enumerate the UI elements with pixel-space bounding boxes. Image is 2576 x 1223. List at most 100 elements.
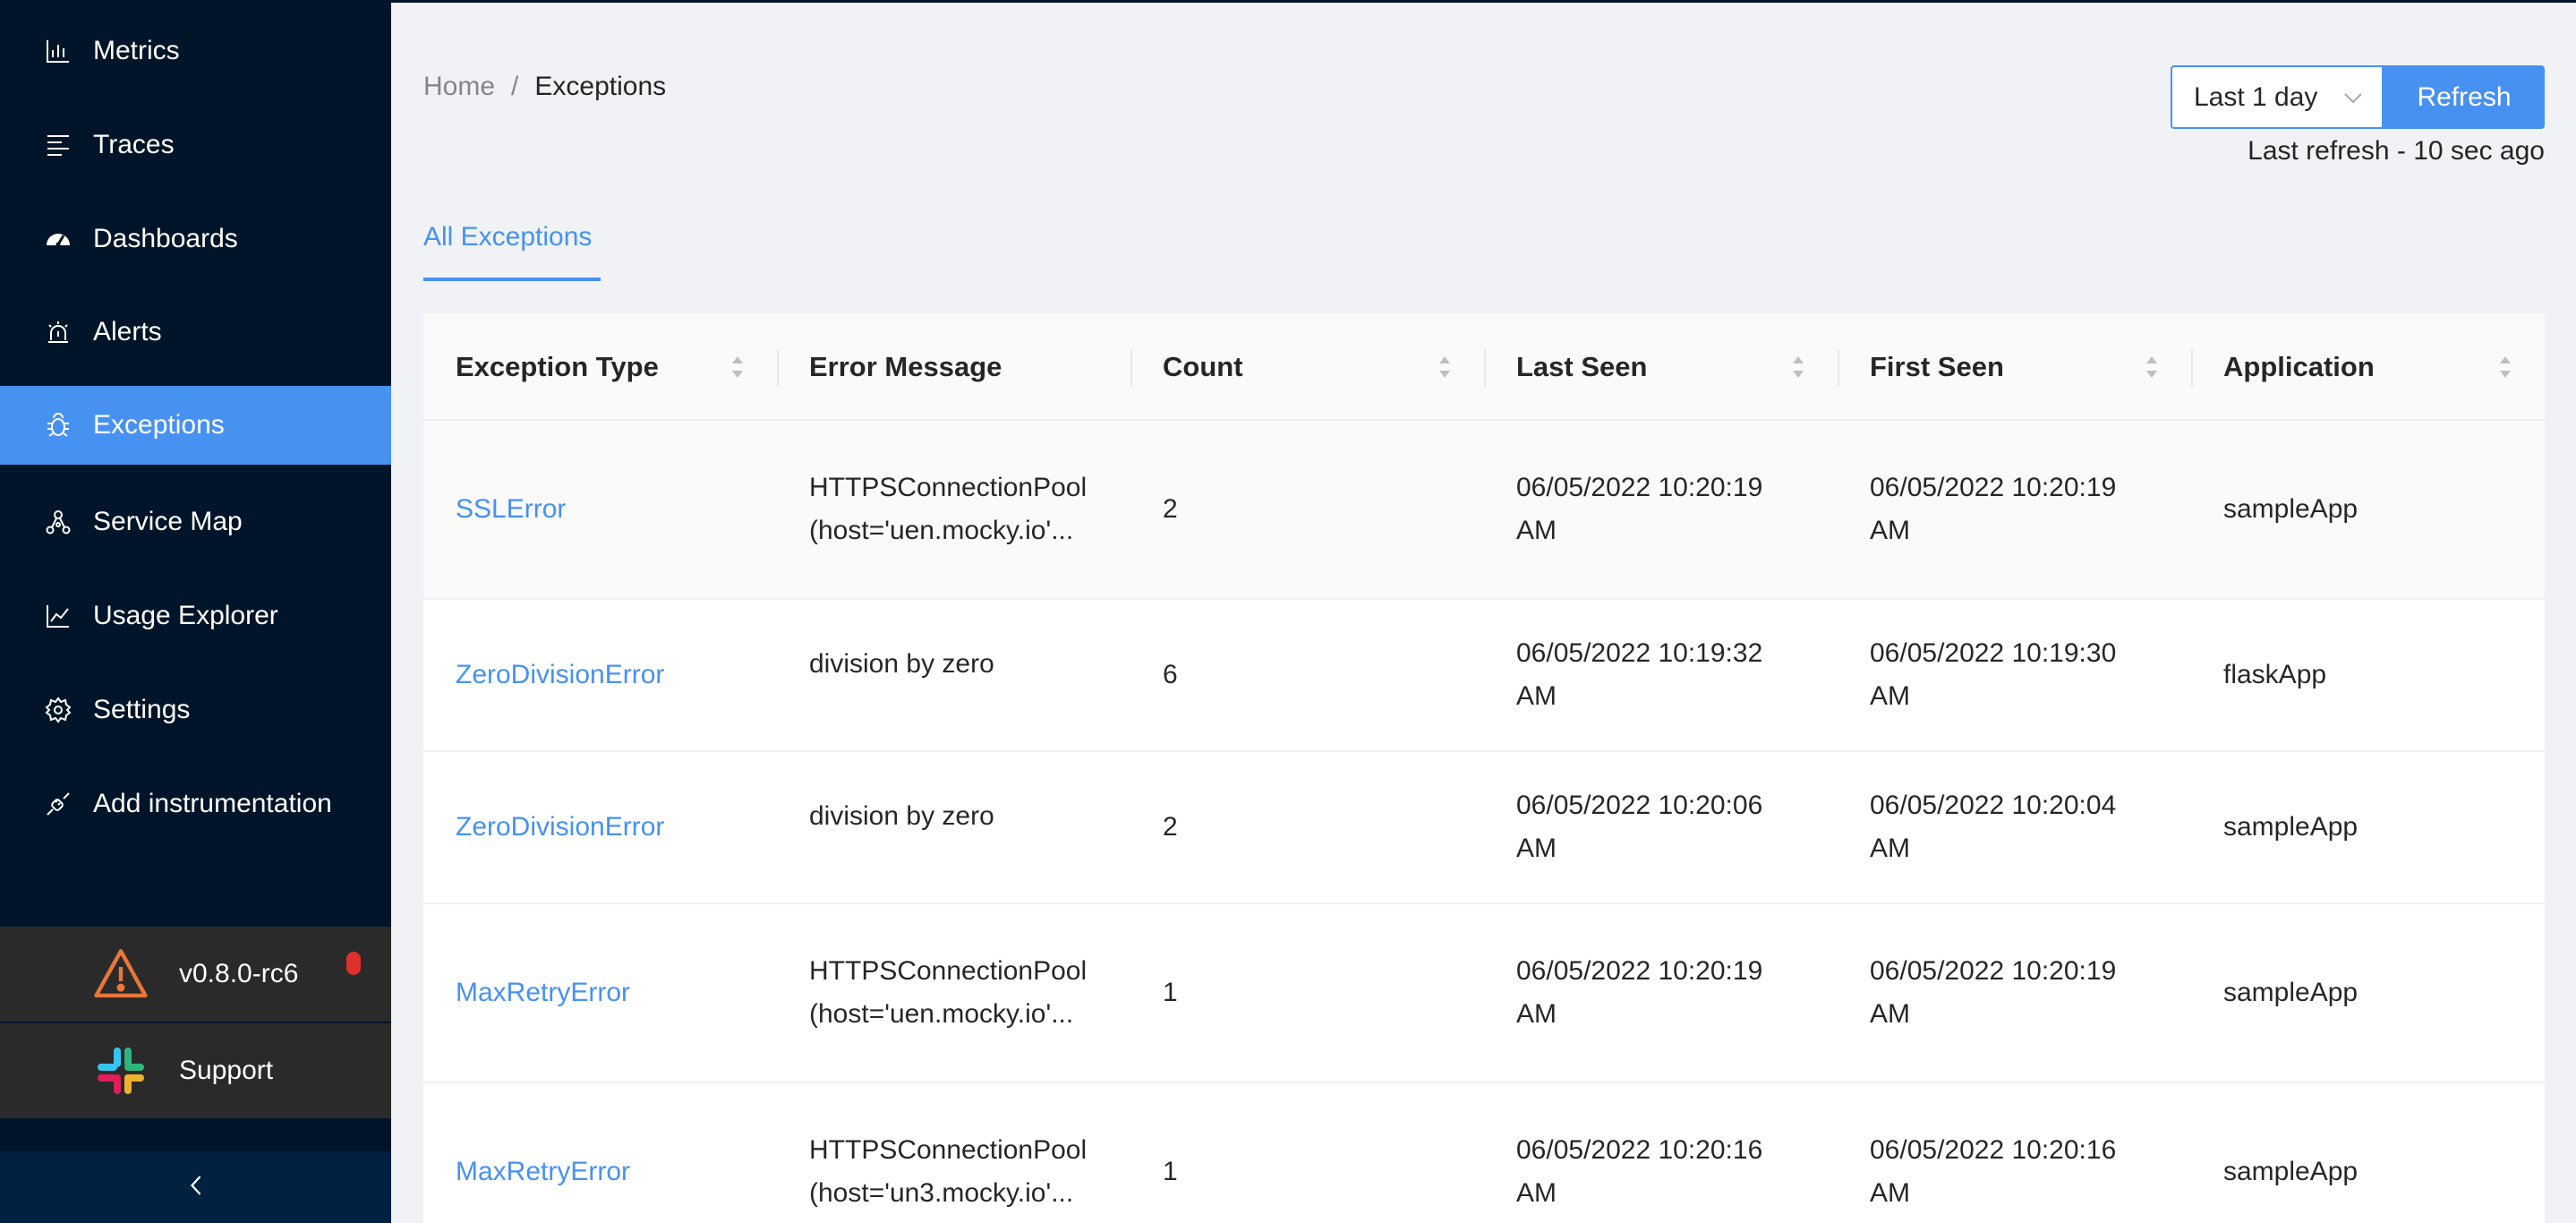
breadcrumb-current: Exceptions (534, 72, 667, 101)
last-refresh-text: Last refresh - 10 sec ago (2248, 136, 2545, 166)
chevron-down-icon (2344, 93, 2362, 104)
sidebar-item-label: Traces (93, 130, 175, 159)
error-message-text: (host='uen.mocky.io'... (809, 516, 1074, 545)
sidebar-item-alerts[interactable]: Alerts (0, 293, 391, 372)
top-border (391, 0, 2576, 3)
error-message-text: (host='un3.mocky.io'... (809, 1178, 1074, 1208)
sidebar-item-label: Exceptions (93, 410, 225, 440)
last-seen-text: AM (1516, 681, 1557, 711)
first-seen-text: 06/05/2022 10:20:19 (1870, 956, 2117, 986)
chevron-left-icon (188, 1173, 204, 1202)
error-message-text: HTTPSConnectionPool (809, 473, 1088, 502)
slack-icon (90, 1039, 152, 1102)
error-message-text: HTTPSConnectionPool (809, 956, 1088, 986)
first-seen-text: 06/05/2022 10:20:19 (1870, 473, 2117, 502)
sidebar-item-settings[interactable]: Settings (0, 671, 391, 749)
time-range-value: Last 1 day (2194, 81, 2318, 112)
version-indicator[interactable]: v0.8.0-rc6 (0, 927, 391, 1022)
alarm-icon (43, 317, 73, 347)
warning-icon (90, 943, 152, 1005)
error-message-text: (host='uen.mocky.io'... (809, 999, 1074, 1029)
application-cell: sampleApp (2223, 1157, 2358, 1186)
app-root: Metrics Traces Dashboards Alerts Excepti… (0, 0, 2576, 1223)
first-seen-text: AM (1870, 516, 1910, 545)
sidebar-item-usage-explorer[interactable]: Usage Explorer (0, 577, 391, 655)
column-header-last-seen[interactable]: Last Seen (1484, 313, 1838, 421)
sidebar-item-label: Service Map (93, 507, 243, 536)
sidebar-item-add-instrumentation[interactable]: Add instrumentation (0, 765, 391, 843)
error-message-text: HTTPSConnectionPool (809, 1135, 1088, 1165)
table-header: Exception Type Error Message Count Last … (423, 313, 2545, 421)
exception-type-link[interactable]: ZeroDivisionError (456, 806, 664, 849)
last-seen-text: AM (1516, 1178, 1557, 1208)
table-row[interactable]: MaxRetryError HTTPSConnectionPool (host='… (423, 904, 2545, 1083)
first-seen-text: 06/05/2022 10:19:30 (1870, 638, 2117, 668)
last-seen-text: 06/05/2022 10:20:19 (1516, 473, 1763, 502)
sidebar-item-dashboards[interactable]: Dashboards (0, 200, 391, 278)
sidebar-item-metrics[interactable]: Metrics (0, 12, 391, 90)
sidebar: Metrics Traces Dashboards Alerts Excepti… (0, 0, 391, 1223)
count-cell: 1 (1163, 978, 1178, 1007)
count-cell: 2 (1163, 812, 1178, 842)
error-message-text: division by zero (809, 801, 994, 831)
breadcrumb-separator: / (511, 72, 519, 101)
application-cell: sampleApp (2223, 812, 2358, 842)
sort-icon[interactable] (1791, 353, 1805, 381)
sort-icon[interactable] (2498, 353, 2512, 381)
exception-type-link[interactable]: MaxRetryError (456, 1150, 630, 1193)
error-message-text: division by zero (809, 649, 994, 679)
table-row[interactable]: ZeroDivisionError division by zero 6 06/… (423, 600, 2545, 752)
column-header-first-seen[interactable]: First Seen (1838, 313, 2191, 421)
exceptions-table: Exception Type Error Message Count Last … (423, 313, 2545, 1223)
collapse-sidebar-button[interactable] (0, 1151, 391, 1223)
sidebar-item-traces[interactable]: Traces (0, 106, 391, 184)
align-left-icon (43, 130, 73, 160)
tab-all-exceptions[interactable]: All Exceptions (423, 222, 592, 252)
version-label: v0.8.0-rc6 (179, 959, 299, 988)
sort-icon[interactable] (1437, 353, 1452, 381)
dashboard-icon (43, 224, 73, 254)
column-header-count[interactable]: Count (1130, 313, 1484, 421)
table-row[interactable]: MaxRetryError HTTPSConnectionPool (host='… (423, 1083, 2545, 1223)
sidebar-item-label: Usage Explorer (93, 601, 278, 630)
first-seen-text: 06/05/2022 10:20:04 (1870, 791, 2117, 820)
line-chart-icon (43, 601, 73, 631)
first-seen-text: 06/05/2022 10:20:16 (1870, 1135, 2117, 1165)
column-header-application[interactable]: Application (2191, 313, 2545, 421)
support-label: Support (179, 1056, 274, 1085)
exception-type-link[interactable]: SSLError (456, 488, 566, 531)
first-seen-text: AM (1870, 834, 1910, 863)
first-seen-text: AM (1870, 681, 1910, 711)
last-seen-text: 06/05/2022 10:19:32 (1516, 638, 1763, 668)
last-seen-text: 06/05/2022 10:20:16 (1516, 1135, 1763, 1165)
table-row[interactable]: ZeroDivisionError division by zero 2 06/… (423, 752, 2545, 904)
sidebar-item-exceptions[interactable]: Exceptions (0, 386, 391, 465)
main-content: Home / Exceptions Last 1 day Refresh Las… (391, 0, 2576, 1223)
last-seen-text: AM (1516, 999, 1557, 1029)
refresh-button[interactable]: Refresh (2384, 65, 2545, 129)
table-row[interactable]: SSLError HTTPSConnectionPool (host='uen.m… (423, 421, 2545, 600)
breadcrumb-home[interactable]: Home (423, 72, 495, 102)
sort-icon[interactable] (730, 353, 745, 381)
sort-icon[interactable] (2145, 353, 2159, 381)
sidebar-item-label: Add instrumentation (93, 789, 332, 818)
application-cell: sampleApp (2223, 494, 2358, 524)
time-range-select[interactable]: Last 1 day (2171, 65, 2384, 129)
sidebar-item-label: Metrics (93, 36, 180, 65)
sidebar-item-label: Alerts (93, 317, 162, 346)
exception-type-link[interactable]: ZeroDivisionError (456, 654, 664, 697)
support-link[interactable]: Support (0, 1023, 391, 1118)
tab-active-indicator (423, 278, 601, 281)
count-cell: 1 (1163, 1157, 1178, 1186)
notification-dot (346, 952, 361, 975)
first-seen-text: AM (1870, 999, 1910, 1029)
count-cell: 2 (1163, 494, 1178, 524)
sidebar-item-label: Settings (93, 695, 191, 724)
column-header-exception-type[interactable]: Exception Type (423, 313, 777, 421)
count-cell: 6 (1163, 660, 1178, 689)
deployment-unit-icon (43, 507, 73, 537)
column-header-error-message: Error Message (809, 351, 1002, 382)
last-seen-text: 06/05/2022 10:20:19 (1516, 956, 1763, 986)
exception-type-link[interactable]: MaxRetryError (456, 971, 630, 1014)
sidebar-item-service-map[interactable]: Service Map (0, 483, 391, 561)
